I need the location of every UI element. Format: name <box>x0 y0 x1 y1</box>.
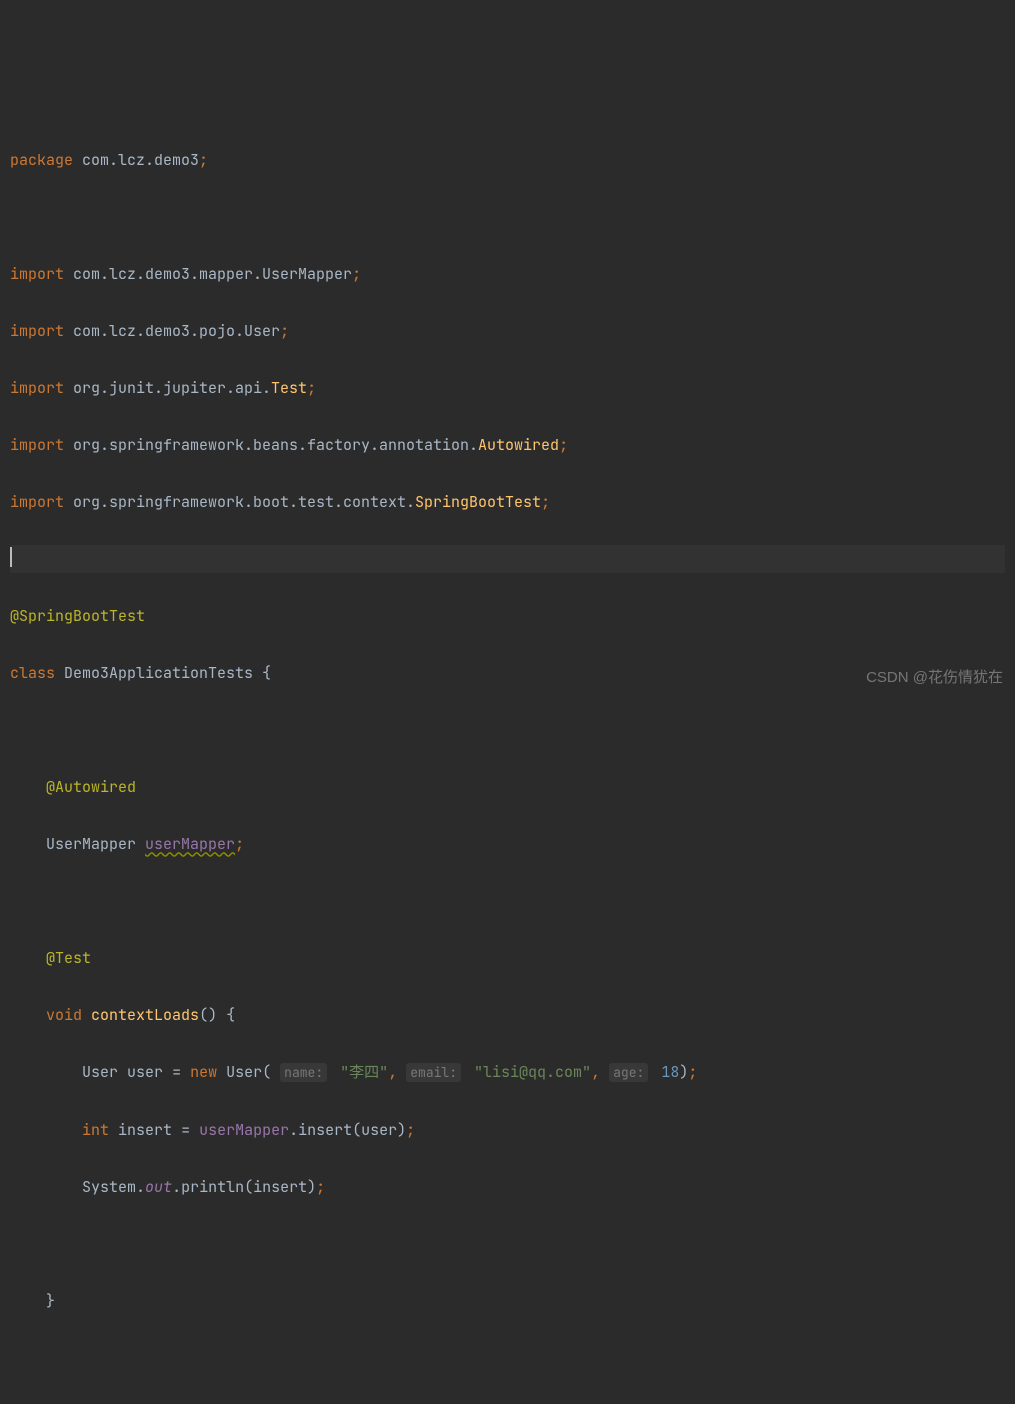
class-name: Demo3ApplicationTests <box>64 663 253 683</box>
equals: = <box>163 1062 190 1082</box>
constructor: User <box>226 1062 262 1082</box>
code-line[interactable]: int insert = userMapper.insert(user); <box>10 1116 1005 1145</box>
arg: insert <box>253 1177 307 1197</box>
code-line[interactable]: } <box>10 1401 1005 1404</box>
import-class: Autowired <box>478 435 559 455</box>
field-name-warning: userMapper <box>145 834 235 854</box>
var-type: User <box>82 1062 118 1082</box>
comma: , <box>591 1062 600 1082</box>
code-line[interactable]: import org.springframework.boot.test.con… <box>10 488 1005 517</box>
annotation: @Test <box>46 948 91 968</box>
import-path: org.springframework.beans.factory.annota… <box>73 435 478 455</box>
code-line-blank[interactable] <box>10 887 1005 916</box>
string-literal: "李四" <box>340 1062 388 1082</box>
code-line[interactable]: package com.lcz.demo3; <box>10 146 1005 175</box>
field-ref: userMapper <box>199 1120 289 1140</box>
import-path: org.springframework.boot.test.context. <box>73 492 415 512</box>
semicolon: ; <box>235 834 244 854</box>
keyword-import: import <box>10 321 64 341</box>
string-literal: "lisi@qq.com" <box>474 1062 591 1082</box>
code-line-blank[interactable] <box>10 716 1005 745</box>
semicolon: ; <box>307 378 316 398</box>
var-name: insert <box>118 1120 172 1140</box>
import-class: UserMapper <box>262 264 352 284</box>
keyword-int: int <box>82 1120 109 1140</box>
code-line-blank[interactable] <box>10 203 1005 232</box>
import-path: com.lcz.demo3.pojo. <box>73 321 244 341</box>
method-name: contextLoads <box>91 1005 199 1025</box>
brace: { <box>253 663 271 683</box>
number-literal: 18 <box>661 1062 679 1082</box>
keyword-import: import <box>10 378 64 398</box>
semicolon: ; <box>688 1062 697 1082</box>
comma: , <box>388 1062 397 1082</box>
code-line[interactable]: import com.lcz.demo3.pojo.User; <box>10 317 1005 346</box>
annotation: @Autowired <box>46 777 136 797</box>
semicolon: ; <box>316 1177 325 1197</box>
keyword-class: class <box>10 663 55 683</box>
equals: = <box>172 1120 199 1140</box>
code-line[interactable]: import com.lcz.demo3.mapper.UserMapper; <box>10 260 1005 289</box>
semicolon: ; <box>199 150 208 170</box>
package-name: com.lcz.demo3 <box>82 150 199 170</box>
annotation: @SpringBootTest <box>10 606 145 626</box>
semicolon: ; <box>559 435 568 455</box>
class-ref: System <box>82 1177 136 1197</box>
param-hint: email: <box>406 1063 461 1082</box>
method-call: insert <box>298 1120 352 1140</box>
param-hint: name: <box>280 1063 327 1082</box>
method-sig: () { <box>199 1005 235 1025</box>
code-line[interactable]: @Test <box>10 944 1005 973</box>
keyword-import: import <box>10 435 64 455</box>
code-line[interactable]: class Demo3ApplicationTests { <box>10 659 1005 688</box>
brace: } <box>46 1291 55 1311</box>
import-path: org.junit.jupiter.api. <box>73 378 271 398</box>
code-line[interactable]: @Autowired <box>10 773 1005 802</box>
keyword-import: import <box>10 492 64 512</box>
field-type: UserMapper <box>46 834 136 854</box>
static-field: out <box>145 1177 172 1197</box>
import-class: Test <box>271 378 307 398</box>
semicolon: ; <box>352 264 361 284</box>
keyword-new: new <box>190 1062 217 1082</box>
code-line[interactable]: UserMapper userMapper; <box>10 830 1005 859</box>
semicolon: ; <box>280 321 289 341</box>
code-line[interactable]: import org.junit.jupiter.api.Test; <box>10 374 1005 403</box>
caret-icon <box>10 547 12 567</box>
semicolon: ; <box>541 492 550 512</box>
import-path: com.lcz.demo3.mapper. <box>73 264 262 284</box>
keyword-void: void <box>46 1005 82 1025</box>
keyword-import: import <box>10 264 64 284</box>
import-class: SpringBootTest <box>415 492 541 512</box>
var-name: user <box>127 1062 163 1082</box>
code-line-blank[interactable] <box>10 1230 1005 1259</box>
code-line[interactable]: System.out.println(insert); <box>10 1173 1005 1202</box>
code-line-blank[interactable] <box>10 1344 1005 1373</box>
keyword-package: package <box>10 150 73 170</box>
code-line[interactable]: import org.springframework.beans.factory… <box>10 431 1005 460</box>
arg: user <box>361 1120 397 1140</box>
method-call: println <box>181 1177 244 1197</box>
watermark: CSDN @花伤情犹在 <box>866 664 1003 693</box>
import-class: User <box>244 321 280 341</box>
semicolon: ; <box>406 1120 415 1140</box>
code-line-caret[interactable] <box>10 545 1005 574</box>
code-line[interactable]: } <box>10 1287 1005 1316</box>
param-hint: age: <box>609 1063 648 1082</box>
code-editor[interactable]: package com.lcz.demo3; import com.lcz.de… <box>10 117 1005 1404</box>
code-line[interactable]: User user = new User( name: "李四", email:… <box>10 1058 1005 1088</box>
code-line[interactable]: void contextLoads() { <box>10 1001 1005 1030</box>
code-line[interactable]: @SpringBootTest <box>10 602 1005 631</box>
